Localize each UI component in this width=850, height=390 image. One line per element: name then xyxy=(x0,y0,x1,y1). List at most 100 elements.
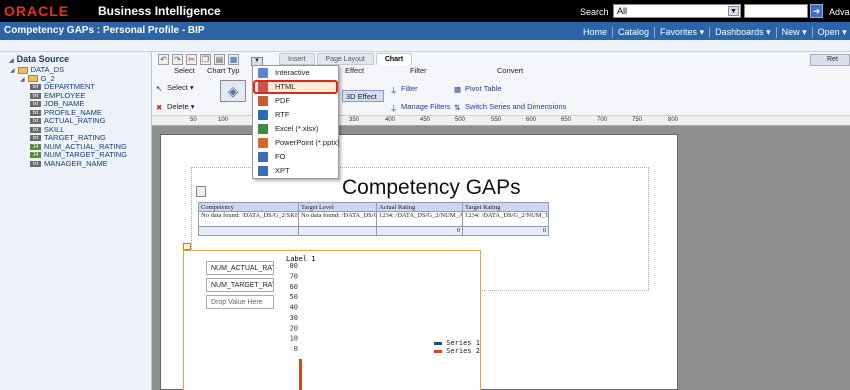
pivot-table-icon: ▦ xyxy=(454,85,462,95)
text-field-icon: txt xyxy=(30,109,41,116)
search-input[interactable] xyxy=(744,4,808,18)
filter-icon: ⏚ xyxy=(390,86,398,96)
table-cell[interactable] xyxy=(198,226,299,236)
tab-page-layout[interactable]: Page Layout xyxy=(316,53,374,65)
y-tick-label: 10 xyxy=(290,335,298,343)
search-scope-value: All xyxy=(617,6,628,16)
copy-icon[interactable]: ❐ xyxy=(200,54,211,65)
report-canvas: Competency GAPs Competency Target Level … xyxy=(160,134,678,390)
nav-favorites-menu[interactable]: Favorites ▾ xyxy=(654,27,709,38)
pivot-table-button[interactable]: ▦ Pivot Table xyxy=(454,84,502,95)
text-field-icon: txt xyxy=(30,84,41,91)
table-cell[interactable]: 1234: /DATA_DS/G_2/NUM_TARG xyxy=(462,211,549,227)
y-tick-label: 80 xyxy=(290,262,298,270)
group-select-label: Select xyxy=(174,66,195,75)
tree-field[interactable]: txt ACTUAL_RATING xyxy=(0,116,151,126)
filter-button[interactable]: ⏚ Filter xyxy=(390,84,418,96)
nav-open-menu[interactable]: Open ▾ xyxy=(811,27,850,38)
report-title: Competency GAPs xyxy=(342,176,521,199)
header-cell[interactable]: Target Level xyxy=(298,202,377,212)
ruler-tick: 550 xyxy=(491,117,502,123)
export-menu-label: HTML xyxy=(275,82,296,91)
series-bar xyxy=(299,359,302,390)
move-handle-icon[interactable] xyxy=(183,243,191,250)
tree-root[interactable]: ◢ DATA_DS xyxy=(0,65,151,75)
ruler-tick: 700 xyxy=(597,117,608,123)
table-cell[interactable] xyxy=(298,226,377,236)
tab-chart[interactable]: Chart xyxy=(375,53,413,65)
folder-icon xyxy=(17,66,28,74)
table-cell[interactable]: No data found: /DATA_DS/G_2/TARGET_R/ xyxy=(298,211,377,227)
file-format-icon xyxy=(258,152,268,162)
header-cell[interactable]: Actual Rating xyxy=(376,202,463,212)
select-button[interactable]: ↖ Select ▾ xyxy=(156,83,194,93)
legend-item: Series 1 xyxy=(434,339,480,347)
delete-button[interactable]: ✖ Delete ▾ xyxy=(156,102,195,113)
export-menu-item[interactable]: PowerPoint (*.pptx) xyxy=(253,136,340,150)
y-tick-label: 40 xyxy=(290,304,298,312)
table-cell[interactable]: 0 xyxy=(376,226,463,236)
tab-insert[interactable]: Insert xyxy=(279,53,315,65)
export-menu-item[interactable]: RTF xyxy=(253,108,338,122)
switch-series-button[interactable]: ⇅ Switch Series and Dimensions xyxy=(454,102,566,112)
ribbon-tabs: Insert Page Layout Chart xyxy=(279,53,413,65)
export-menu-item[interactable]: Interactive xyxy=(253,66,338,80)
export-menu-item[interactable]: PDF xyxy=(253,94,338,108)
chart-type-gallery-icon[interactable]: ◈ xyxy=(220,80,246,102)
grid-handle-icon[interactable] xyxy=(196,186,206,197)
chart-component[interactable]: NUM_ACTUAL_RAT NUM_TARGET_RAT Drop Value… xyxy=(183,250,481,390)
ruler-tick: 600 xyxy=(526,117,537,123)
cut-icon[interactable]: ✂ xyxy=(186,54,197,65)
return-button[interactable]: Ret xyxy=(810,54,850,66)
search-scope-select[interactable]: All ▼ xyxy=(613,4,741,18)
arrow-right-icon: ➔ xyxy=(812,6,821,16)
header-cell[interactable]: Competency xyxy=(198,202,299,212)
header-cell[interactable]: Target Rating xyxy=(462,202,549,212)
nav-new-menu[interactable]: New ▾ xyxy=(775,27,812,38)
text-field-icon: txt xyxy=(30,92,41,99)
nav-home-link[interactable]: Home xyxy=(578,27,612,38)
file-format-icon xyxy=(258,138,268,148)
file-format-icon xyxy=(258,124,268,134)
export-menu-item[interactable]: XPT xyxy=(253,164,338,178)
paste-icon[interactable]: ▤ xyxy=(214,54,225,65)
table-cell[interactable]: No data found: /DATA_DS/G_2/SKILL xyxy=(198,211,299,227)
3d-effect-button[interactable]: 3D Effect xyxy=(342,90,384,102)
text-field-icon: txt xyxy=(30,118,41,125)
export-menu: Interactive HTML PDF RTF Excel (*.xlsx) Power… xyxy=(252,65,340,179)
advanced-link[interactable]: Advanced Ad xyxy=(829,7,850,17)
bi-publisher-window: ORACLE Business Intelligence Search All ▼… xyxy=(0,0,850,390)
export-menu-label: FO xyxy=(275,152,286,161)
numeric-field-icon: 14 xyxy=(30,152,41,159)
panel-header[interactable]: ◢ Data Source xyxy=(0,52,151,66)
file-format-icon xyxy=(258,110,268,120)
table-cell[interactable]: 1234: /DATA_DS/G_2/NUM_ACTU xyxy=(376,211,463,227)
data-table[interactable]: Competency Target Level Actual Rating Ta… xyxy=(198,202,549,236)
delete-icon: ✖ xyxy=(156,103,163,113)
export-menu-item[interactable]: Excel (*.xlsx) xyxy=(253,122,338,136)
data-source-panel: ◢ Data Source ◢ DATA_DS ◢ G_2 txt DEPARTMENT… xyxy=(0,52,152,390)
file-format-icon xyxy=(258,96,268,106)
chart-plot: Label 180706050403020100 xyxy=(286,255,316,390)
nav-dashboards-menu[interactable]: Dashboards ▾ xyxy=(709,27,776,38)
export-menu-item[interactable]: FO xyxy=(253,150,338,164)
page-title: Competency GAPs : Personal Profile - BIP xyxy=(4,25,205,36)
ruler-tick: 100 xyxy=(218,117,229,123)
text-field-icon: txt xyxy=(30,160,41,167)
redo-icon[interactable]: ↷ xyxy=(172,54,183,65)
export-menu-label: PDF xyxy=(275,96,290,105)
nav-catalog-link[interactable]: Catalog xyxy=(612,27,654,38)
tree-field[interactable]: txt MANAGER_NAME xyxy=(0,158,151,169)
undo-icon[interactable]: ↶ xyxy=(158,54,169,65)
group-chart-type-label: Chart Typ xyxy=(207,66,240,75)
search-go-button[interactable]: ➔ xyxy=(810,4,823,18)
table-cell[interactable]: 0 xyxy=(462,226,549,236)
y-tick-label: 70 xyxy=(290,272,298,280)
export-icon[interactable]: ▦ xyxy=(228,54,239,65)
legend-swatch xyxy=(434,349,442,353)
manage-filters-button[interactable]: ⏚ Manage Filters xyxy=(390,102,451,113)
nav-bar: Competency GAPs : Personal Profile - BIP… xyxy=(0,22,850,40)
export-menu-item[interactable]: HTML xyxy=(253,80,338,94)
tree-field-label: MANAGER_NAME xyxy=(44,158,108,168)
data-tree: ◢ DATA_DS ◢ G_2 txt DEPARTMENT txt EMPLOYEE tx… xyxy=(0,65,151,169)
